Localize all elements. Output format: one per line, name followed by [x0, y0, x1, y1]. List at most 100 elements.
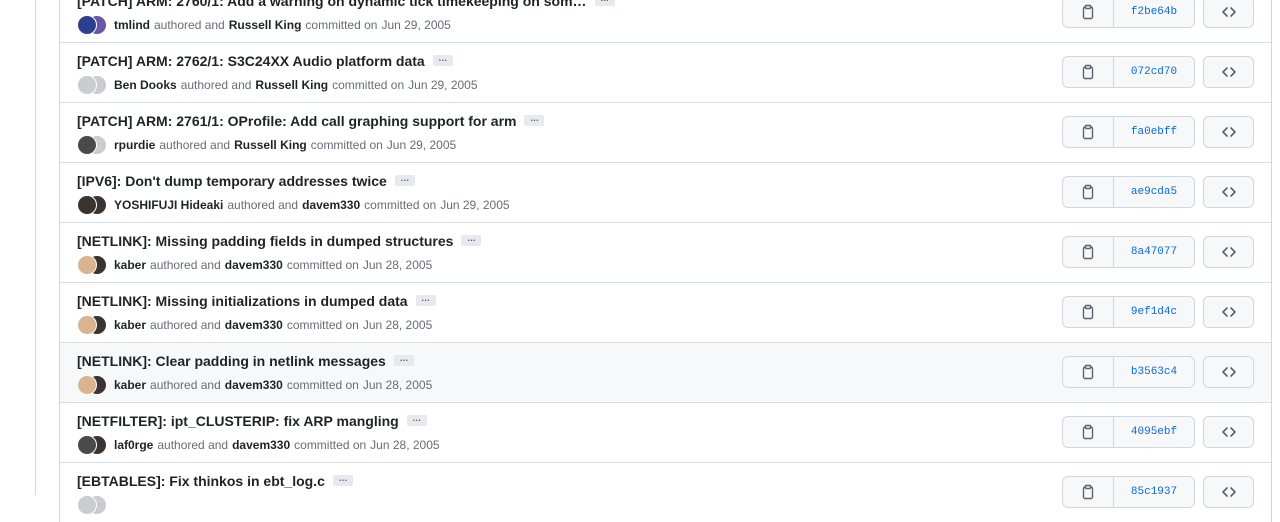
- avatar-stack: [77, 435, 107, 455]
- commit-sha-link[interactable]: 85c1937: [1114, 477, 1194, 507]
- copy-sha-button[interactable]: [1063, 117, 1114, 147]
- browse-repo-button[interactable]: [1203, 296, 1254, 328]
- avatar-stack: [77, 315, 107, 335]
- copy-sha-button[interactable]: [1063, 477, 1114, 507]
- commit-row: [NETFILTER]: ipt_CLUSTERIP: fix ARP mang…: [60, 402, 1271, 462]
- browse-repo-button[interactable]: [1203, 56, 1254, 88]
- author-avatar[interactable]: [77, 255, 97, 275]
- browse-repo-button[interactable]: [1203, 236, 1254, 268]
- commit-sha-link[interactable]: b3563c4: [1114, 357, 1194, 387]
- expand-message-button[interactable]: …: [415, 294, 436, 307]
- commit-sha-link[interactable]: 8a47077: [1114, 237, 1194, 267]
- ellipsis-icon: …: [529, 113, 539, 124]
- copy-sha-button[interactable]: [1063, 357, 1114, 387]
- commit-title-text[interactable]: [PATCH] ARM: 2761/1: OProfile: Add call …: [77, 113, 516, 129]
- author-link[interactable]: rpurdie: [114, 138, 155, 152]
- committer-link[interactable]: Russell King: [229, 18, 302, 32]
- commit-title-text[interactable]: [NETLINK]: Clear padding in netlink mess…: [77, 353, 386, 369]
- author-avatar[interactable]: [77, 135, 97, 155]
- commit-sha-link[interactable]: 9ef1d4c: [1114, 297, 1194, 327]
- author-avatar[interactable]: [77, 495, 97, 515]
- browse-repo-button[interactable]: [1203, 176, 1254, 208]
- commit-title[interactable]: [NETLINK]: Missing initializations in du…: [77, 293, 436, 309]
- authored-and-text: authored and: [227, 198, 299, 212]
- copy-sha-button[interactable]: [1063, 57, 1114, 87]
- browse-repo-button[interactable]: [1203, 356, 1254, 388]
- author-link[interactable]: kaber: [114, 318, 146, 332]
- commit-meta: kaber authored and davem330 committed on…: [77, 255, 432, 275]
- author-avatar[interactable]: [77, 435, 97, 455]
- commit-sha-link[interactable]: 4095ebf: [1114, 417, 1194, 447]
- commit-title-text[interactable]: [IPV6]: Don't dump temporary addresses t…: [77, 173, 387, 189]
- copy-sha-button[interactable]: [1063, 297, 1114, 327]
- expand-message-button[interactable]: …: [461, 234, 482, 247]
- browse-repo-button[interactable]: [1203, 416, 1254, 448]
- commit-title-text[interactable]: [NETFILTER]: ipt_CLUSTERIP: fix ARP mang…: [77, 413, 399, 429]
- copy-sha-button[interactable]: [1063, 237, 1114, 267]
- commit-title-text[interactable]: [NETLINK]: Missing initializations in du…: [77, 293, 408, 309]
- copy-sha-button[interactable]: [1063, 417, 1114, 447]
- commit-title[interactable]: [PATCH] ARM: 2762/1: S3C24XX Audio platf…: [77, 53, 453, 69]
- commit-sha-link[interactable]: fa0ebff: [1114, 117, 1194, 147]
- browse-repo-button[interactable]: [1203, 476, 1254, 508]
- commit-sha-link[interactable]: f2be64b: [1114, 0, 1194, 27]
- expand-message-button[interactable]: …: [393, 354, 414, 367]
- committer-link[interactable]: davem330: [302, 198, 360, 212]
- commit-title[interactable]: [IPV6]: Don't dump temporary addresses t…: [77, 173, 415, 189]
- commit-title[interactable]: [EBTABLES]: Fix thinkos in ebt_log.c …: [77, 473, 353, 489]
- author-avatar[interactable]: [77, 375, 97, 395]
- commit-title-text[interactable]: [PATCH] ARM: 2762/1: S3C24XX Audio platf…: [77, 53, 425, 69]
- ellipsis-icon: …: [400, 173, 410, 184]
- clipboard-icon: [1082, 364, 1094, 380]
- commit-title[interactable]: [NETLINK]: Clear padding in netlink mess…: [77, 353, 414, 369]
- author-avatar[interactable]: [77, 15, 97, 35]
- committer-link[interactable]: Russell King: [255, 78, 328, 92]
- commit-title[interactable]: [NETFILTER]: ipt_CLUSTERIP: fix ARP mang…: [77, 413, 427, 429]
- author-avatar[interactable]: [77, 195, 97, 215]
- expand-message-button[interactable]: …: [432, 54, 453, 67]
- committer-link[interactable]: davem330: [225, 378, 283, 392]
- author-link[interactable]: Ben Dooks: [114, 78, 177, 92]
- committer-link[interactable]: davem330: [225, 318, 283, 332]
- author-link[interactable]: YOSHIFUJI Hideaki: [114, 198, 223, 212]
- commit-actions: f2be64b: [1062, 0, 1254, 28]
- commit-date: Jun 29, 2005: [440, 198, 510, 212]
- commit-title-text[interactable]: [PATCH] ARM: 2760/1: Add a warning on dy…: [77, 0, 587, 9]
- commit-meta: Ben Dooks authored and Russell King comm…: [77, 75, 478, 95]
- author-link[interactable]: tmlind: [114, 18, 150, 32]
- committer-link[interactable]: Russell King: [234, 138, 307, 152]
- commit-meta: YOSHIFUJI Hideaki authored and davem330 …: [77, 195, 510, 215]
- committer-link[interactable]: davem330: [232, 438, 290, 452]
- author-link[interactable]: kaber: [114, 378, 146, 392]
- author-link[interactable]: laf0rge: [114, 438, 153, 452]
- ellipsis-icon: …: [338, 473, 348, 484]
- expand-message-button[interactable]: …: [406, 414, 427, 427]
- code-icon: [1221, 307, 1236, 317]
- browse-repo-button[interactable]: [1203, 116, 1254, 148]
- expand-message-button[interactable]: …: [524, 113, 545, 127]
- commit-title[interactable]: [NETLINK]: Missing padding fields in dum…: [77, 233, 482, 249]
- commit-title-text[interactable]: [EBTABLES]: Fix thinkos in ebt_log.c: [77, 473, 325, 489]
- commit-meta: kaber authored and davem330 committed on…: [77, 375, 432, 395]
- avatar-stack: [77, 195, 107, 215]
- expand-message-button[interactable]: …: [594, 0, 615, 7]
- commit-actions: 9ef1d4c: [1062, 296, 1254, 328]
- commit-title-text[interactable]: [NETLINK]: Missing padding fields in dum…: [77, 233, 453, 249]
- browse-repo-button[interactable]: [1203, 0, 1254, 28]
- commit-date: Jun 29, 2005: [386, 138, 457, 152]
- copy-sha-button[interactable]: [1063, 177, 1114, 207]
- author-avatar[interactable]: [77, 75, 97, 95]
- committer-link[interactable]: davem330: [225, 258, 283, 272]
- commit-title[interactable]: [PATCH] ARM: 2761/1: OProfile: Add call …: [77, 113, 545, 129]
- authored-and-text: authored and: [159, 138, 231, 152]
- expand-message-button[interactable]: …: [394, 173, 415, 187]
- copy-sha-button[interactable]: [1063, 0, 1114, 27]
- commit-sha-link[interactable]: ae9cda5: [1114, 177, 1194, 207]
- commit-actions: b3563c4: [1062, 356, 1254, 388]
- commit-title[interactable]: [PATCH] ARM: 2760/1: Add a warning on dy…: [77, 0, 615, 9]
- author-link[interactable]: kaber: [114, 258, 146, 272]
- commit-date: Jun 29, 2005: [381, 18, 451, 32]
- expand-message-button[interactable]: …: [332, 473, 353, 487]
- author-avatar[interactable]: [77, 315, 97, 335]
- commit-sha-link[interactable]: 072cd70: [1114, 57, 1194, 87]
